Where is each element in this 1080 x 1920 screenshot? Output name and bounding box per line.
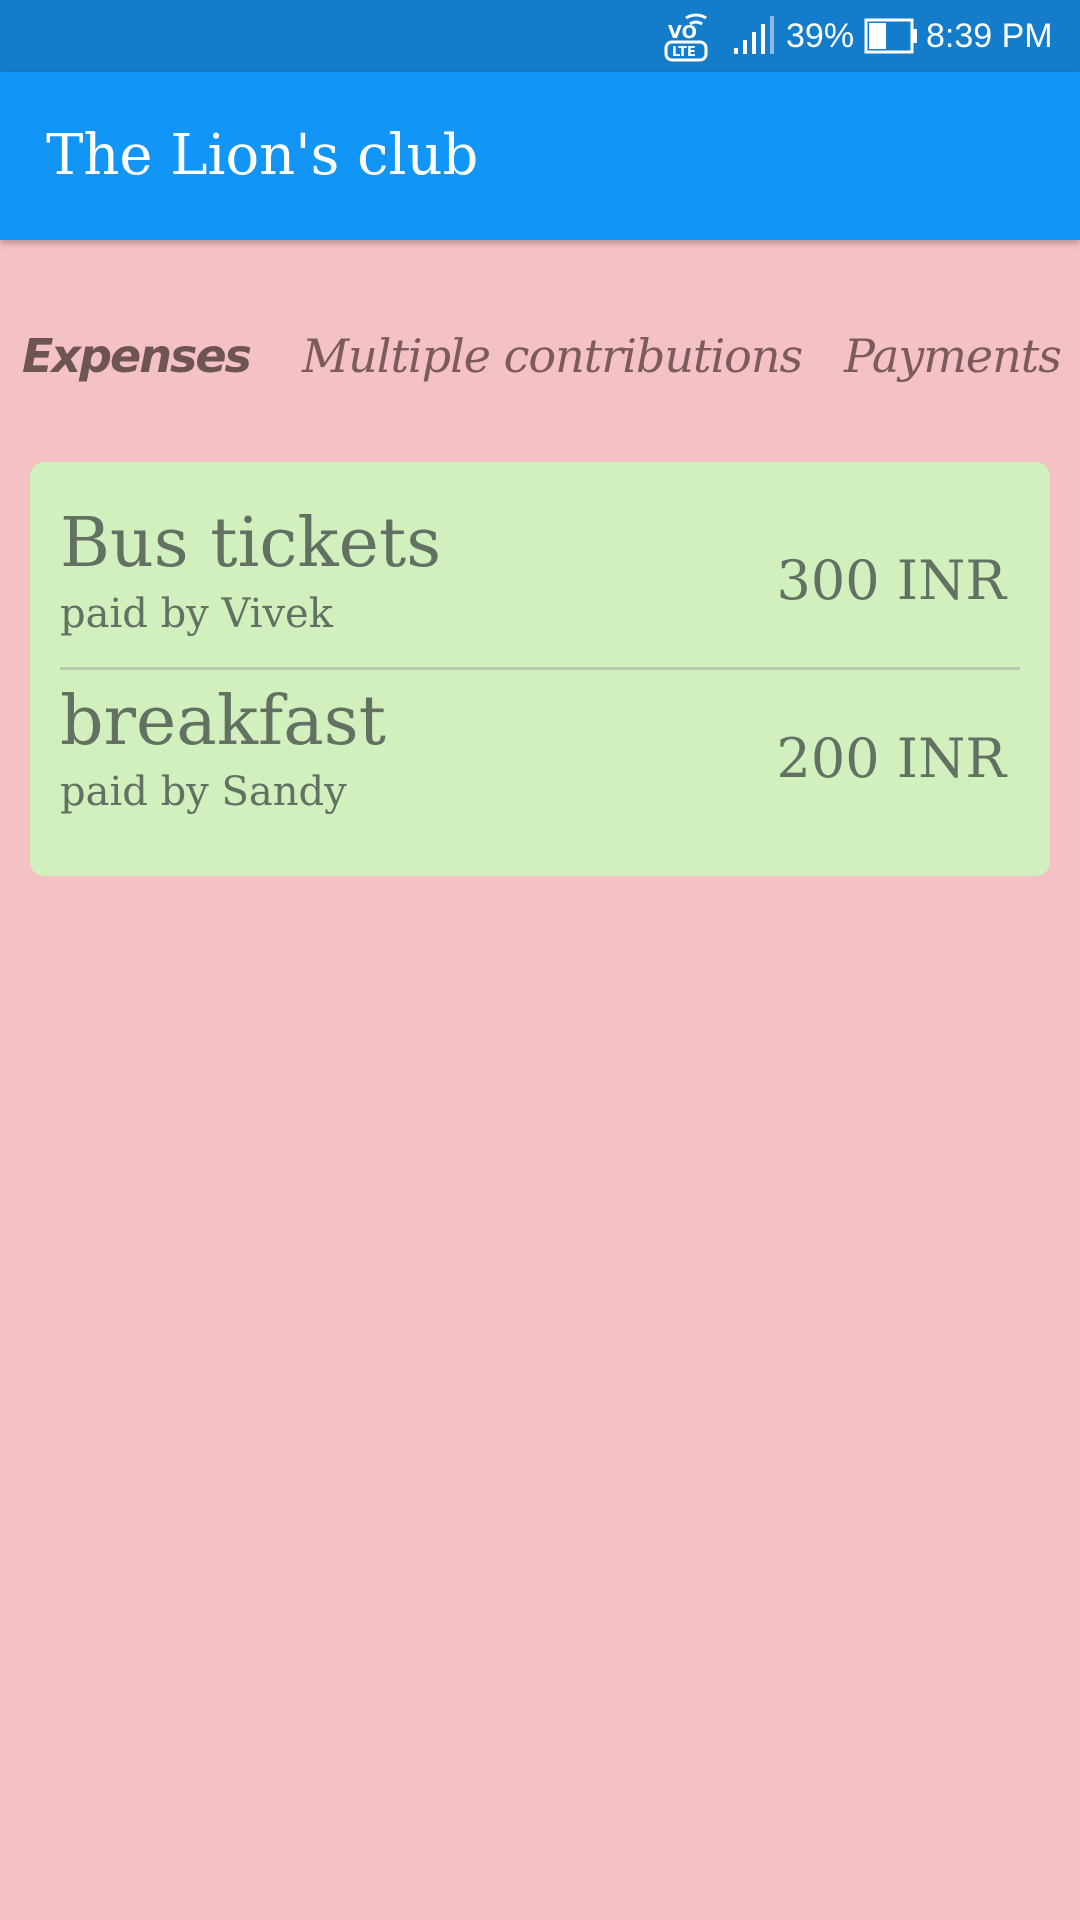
- expense-item[interactable]: Bus tickets paid by Vivek 300 INR: [60, 502, 1020, 680]
- expenses-card: Bus tickets paid by Vivek 300 INR breakf…: [30, 462, 1050, 876]
- divider: [60, 667, 1020, 670]
- tab-multiple-contributions[interactable]: Multiple contributions: [302, 318, 803, 394]
- expense-payer: paid by Vivek: [60, 591, 333, 637]
- expense-amount: 300 INR: [776, 549, 1006, 612]
- app-bar: The Lion's club: [0, 72, 1080, 240]
- svg-text:VO: VO: [668, 22, 697, 43]
- tab-payments[interactable]: Payments: [844, 318, 1062, 394]
- status-bar: VO LTE 39% 8:39 PM: [0, 0, 1080, 72]
- expense-title: Bus tickets: [60, 504, 442, 583]
- tab-expenses[interactable]: Expenses: [22, 318, 252, 394]
- svg-text:LTE: LTE: [672, 45, 696, 60]
- signal-strength-icon: [734, 16, 774, 54]
- expense-item[interactable]: breakfast paid by Sandy 200 INR: [60, 680, 1020, 858]
- expense-payer: paid by Sandy: [60, 769, 347, 815]
- expense-title: breakfast: [60, 682, 386, 761]
- volte-lte-icon: VO LTE: [664, 13, 708, 62]
- expense-amount: 200 INR: [776, 727, 1006, 790]
- battery-icon: [864, 18, 917, 54]
- app-title: The Lion's club: [46, 123, 479, 188]
- battery-percent: 39%: [786, 17, 855, 55]
- tab-bar: Expenses Multiple contributions Payments: [0, 318, 1080, 394]
- status-time: 8:39 PM: [926, 17, 1053, 55]
